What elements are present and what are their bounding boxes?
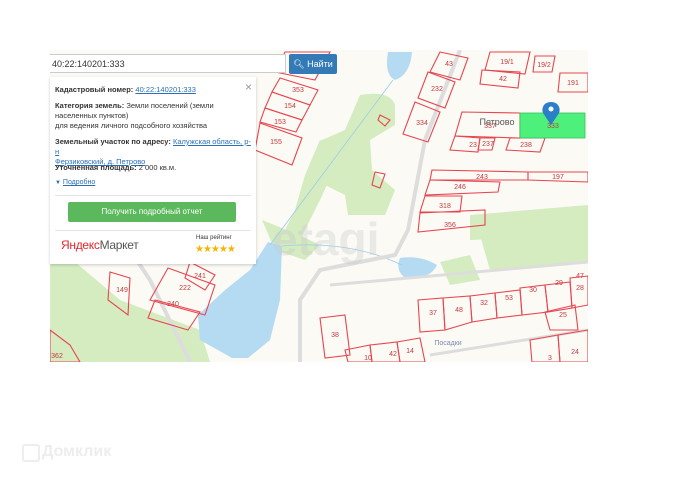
parcel-number: 37 xyxy=(429,310,437,317)
area-row: Уточненная площадь: 2 000 кв.м. xyxy=(55,163,177,172)
parcel-number: 43 xyxy=(445,61,453,68)
parcel-number: 154 xyxy=(284,103,296,110)
parcel-outline[interactable] xyxy=(529,334,561,362)
parcel-number: 25 xyxy=(559,312,567,319)
parcel-number: 19/2 xyxy=(537,62,551,69)
parcel-number: 334 xyxy=(416,120,428,127)
caret-down-icon: ▼ xyxy=(55,180,61,186)
pond xyxy=(386,52,412,80)
parcel-number: 14 xyxy=(406,348,414,355)
parcel-number: 191 xyxy=(567,80,579,87)
parcel-number: 197 xyxy=(552,174,564,181)
parcel-number: 153 xyxy=(274,119,286,126)
domclick-watermark: Домклик xyxy=(42,443,112,460)
rating-label: Наш рейтинг xyxy=(196,235,232,241)
yandex-market-logo[interactable]: ЯндексМаркет xyxy=(61,238,139,252)
etagi-watermark: etagi xyxy=(272,213,380,265)
search-icon: 🔍︎ xyxy=(293,59,305,69)
parcel-number: 32 xyxy=(480,300,488,307)
parcel-number: 29 xyxy=(555,280,563,287)
parcel-number: 47 xyxy=(576,273,584,280)
parcel-number: 48 xyxy=(455,307,463,314)
village-label: Петрово xyxy=(480,117,515,127)
parcel-number: 237 xyxy=(482,141,494,148)
parcel-number: 42 xyxy=(389,351,397,358)
parcel-number: 149 xyxy=(116,287,128,294)
parcel-info-panel: × Кадастровый номер: 40:22:140201:333 Ка… xyxy=(50,77,256,264)
search-button[interactable]: 🔍︎ Найти xyxy=(289,54,337,74)
cadastral-search-input[interactable]: 40:22:140201:333 xyxy=(50,54,286,73)
cadastral-number-row: Кадастровый номер: 40:22:140201:333 xyxy=(55,85,196,94)
parcel-number: 362 xyxy=(51,353,63,360)
get-report-button[interactable]: Получить подробный отчет xyxy=(68,202,236,222)
parcel-number: 318 xyxy=(439,203,451,210)
parcel-number: 243 xyxy=(476,174,488,181)
parcel-number: 3 xyxy=(548,355,552,362)
more-toggle[interactable]: ▼ Подробно xyxy=(55,178,251,188)
parcel-number: 24 xyxy=(571,349,579,356)
land-category-row: Категория земель: Земли поселений (земли… xyxy=(55,101,214,130)
park-area xyxy=(440,255,480,285)
divider xyxy=(55,195,251,196)
parcel-number: 222 xyxy=(179,285,191,292)
cadastral-number-link[interactable]: 40:22:140201:333 xyxy=(135,85,195,94)
parcel-number: 240 xyxy=(167,301,179,308)
parcel-number: 238 xyxy=(520,142,532,149)
parcel-number: 333 xyxy=(547,123,559,130)
parcel-number: 246 xyxy=(454,184,466,191)
parcel-number: 42 xyxy=(499,76,507,83)
parcel-number: 53 xyxy=(505,295,513,302)
divider xyxy=(55,230,251,231)
parcel-number: 23 xyxy=(469,142,477,149)
park-area xyxy=(470,205,588,240)
parcel-number: 353 xyxy=(292,87,304,94)
parcel-number: 19/1 xyxy=(500,59,514,66)
street-label: Посадки xyxy=(434,340,461,347)
parcel-outline[interactable] xyxy=(569,275,588,309)
parcel-number: 241 xyxy=(194,273,206,280)
parcel-number: 38 xyxy=(331,332,339,339)
parcel-number: 155 xyxy=(270,139,282,146)
parcel-outline[interactable] xyxy=(557,329,588,362)
parcel-number: 356 xyxy=(444,222,456,229)
rating-stars-icon: ★★★★★ xyxy=(195,244,236,255)
domclick-logo-icon xyxy=(22,444,40,462)
parcel-outline[interactable] xyxy=(469,292,498,323)
parcel-number: 10 xyxy=(364,355,372,362)
parcel-number: 28 xyxy=(576,285,584,292)
parcel-number: 30 xyxy=(529,287,537,294)
parcel-number: 232 xyxy=(431,86,443,93)
